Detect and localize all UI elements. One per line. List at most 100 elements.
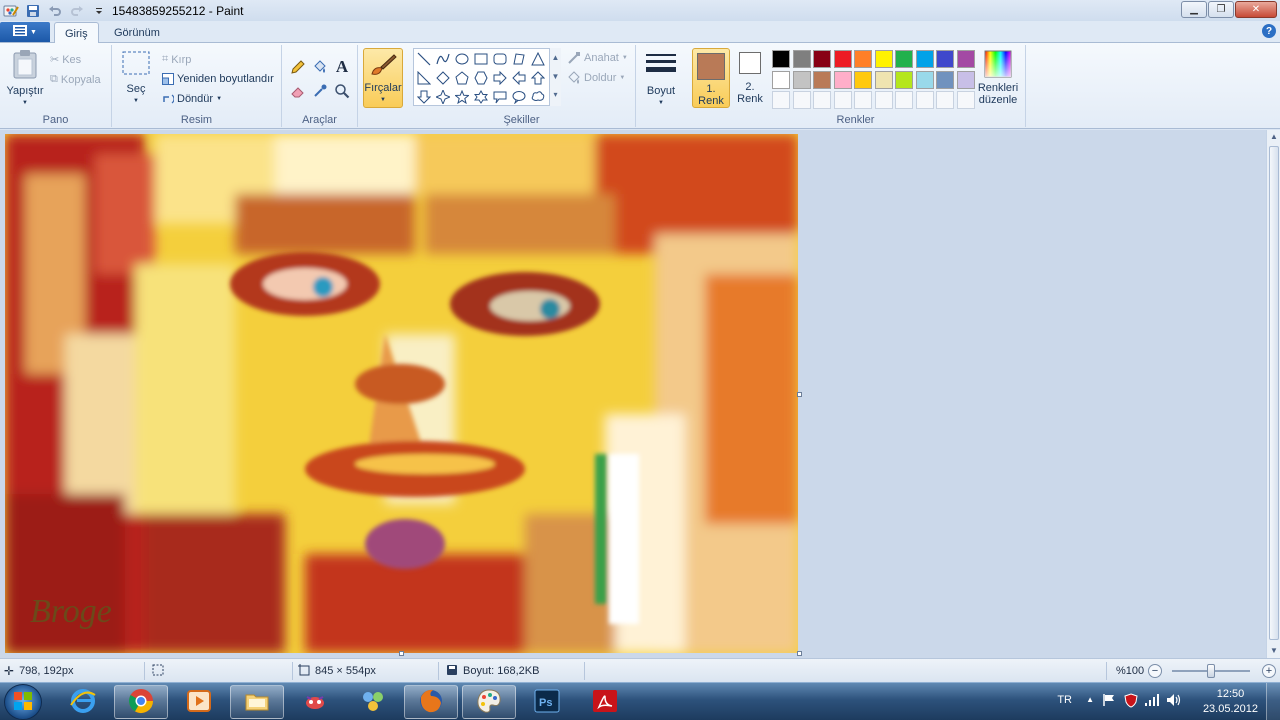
resize-handle-corner[interactable]: [797, 651, 802, 656]
taskbar-internet-explorer[interactable]: [56, 685, 110, 719]
custom-color-slot[interactable]: [772, 91, 790, 109]
volume-speaker-icon[interactable]: [1166, 693, 1182, 710]
tab-home[interactable]: Giriş: [54, 22, 99, 44]
outline-button[interactable]: Anahat ▼: [567, 51, 628, 65]
customize-qat-chevron-icon[interactable]: [90, 2, 108, 20]
diamond-shape-icon[interactable]: [434, 69, 452, 87]
zoom-in-button[interactable]: +: [1262, 664, 1276, 678]
color2-button[interactable]: 2. Renk: [734, 52, 766, 105]
color-picker-icon[interactable]: [310, 81, 330, 101]
taskbar-photoshop[interactable]: Ps: [520, 685, 574, 719]
palette-swatch[interactable]: [956, 50, 975, 68]
network-signal-icon[interactable]: [1144, 693, 1160, 710]
right-arrow-shape-icon[interactable]: [491, 69, 509, 87]
left-arrow-shape-icon[interactable]: [510, 69, 528, 87]
palette-swatch[interactable]: [895, 50, 913, 68]
fill-button[interactable]: Doldur ▼: [567, 71, 625, 85]
language-indicator[interactable]: TR: [1057, 694, 1072, 706]
fill-bucket-icon[interactable]: [310, 57, 330, 77]
taskbar-acrobat[interactable]: [578, 685, 632, 719]
palette-swatch[interactable]: [874, 70, 893, 89]
crop-button[interactable]: ⌗ Kırp: [162, 53, 191, 66]
palette-swatch[interactable]: [854, 50, 872, 68]
custom-color-slot[interactable]: [956, 91, 975, 109]
scroll-up-arrow-icon[interactable]: ▲: [1267, 130, 1280, 144]
four-point-star-shape-icon[interactable]: [434, 88, 452, 106]
undo-icon[interactable]: [46, 2, 64, 20]
custom-color-slot[interactable]: [854, 91, 872, 109]
polygon-shape-icon[interactable]: [510, 50, 528, 68]
palette-swatch[interactable]: [833, 70, 852, 89]
resize-button[interactable]: Yeniden boyutlandır: [162, 73, 274, 85]
brushes-button[interactable]: Fırçalar ▼: [363, 48, 403, 108]
scroll-down-arrow-icon[interactable]: ▼: [1267, 644, 1280, 658]
scroll-down-icon[interactable]: ▼: [550, 67, 561, 86]
clock[interactable]: 12:50 23.05.2012: [1203, 687, 1258, 717]
palette-swatch[interactable]: [772, 70, 790, 89]
oval-callout-shape-icon[interactable]: [510, 88, 528, 106]
taskbar-paint[interactable]: [462, 685, 516, 719]
oval-shape-icon[interactable]: [453, 50, 471, 68]
cut-button[interactable]: ✂ Kes: [50, 53, 81, 67]
taskbar-media-player[interactable]: [172, 685, 226, 719]
taskbar-firefox[interactable]: [404, 685, 458, 719]
canvas-area[interactable]: Broge: [0, 130, 1266, 658]
start-button[interactable]: [4, 684, 42, 720]
taskbar-app-5[interactable]: [288, 685, 342, 719]
five-point-star-shape-icon[interactable]: [453, 88, 471, 106]
paint-app-icon[interactable]: [2, 2, 20, 20]
rotate-button[interactable]: Döndür ▼: [162, 93, 222, 105]
palette-swatch[interactable]: [854, 70, 872, 89]
gallery-expand-icon[interactable]: ▾: [550, 86, 561, 104]
palette-swatch[interactable]: [813, 70, 831, 89]
hexagon-shape-icon[interactable]: [472, 69, 490, 87]
custom-color-slot[interactable]: [936, 91, 954, 109]
custom-color-slot[interactable]: [813, 91, 831, 109]
palette-swatch[interactable]: [915, 70, 934, 89]
right-triangle-shape-icon[interactable]: [415, 69, 433, 87]
security-shield-icon[interactable]: [1124, 693, 1138, 711]
scrollbar-thumb[interactable]: [1269, 146, 1279, 640]
curve-shape-icon[interactable]: [434, 50, 452, 68]
line-shape-icon[interactable]: [415, 50, 433, 68]
custom-color-slot[interactable]: [792, 91, 811, 109]
palette-swatch[interactable]: [936, 50, 954, 68]
rectangle-shape-icon[interactable]: [472, 50, 490, 68]
magnifier-icon[interactable]: [332, 81, 352, 101]
paint-menu-button[interactable]: ▼: [0, 22, 50, 42]
redo-icon[interactable]: [68, 2, 86, 20]
palette-swatch[interactable]: [833, 50, 852, 68]
show-hidden-icons-icon[interactable]: ▲: [1086, 695, 1094, 704]
save-icon[interactable]: [24, 2, 42, 20]
size-button[interactable]: Boyut ▼: [642, 51, 680, 109]
vertical-scrollbar[interactable]: ▲ ▼: [1266, 130, 1280, 658]
resize-handle-right[interactable]: [797, 392, 802, 397]
eraser-icon[interactable]: [288, 81, 308, 101]
custom-color-slot[interactable]: [895, 91, 913, 109]
resize-handle-bottom[interactable]: [399, 651, 404, 656]
canvas-image[interactable]: Broge: [5, 134, 798, 653]
scroll-up-icon[interactable]: ▲: [550, 48, 561, 67]
pencil-icon[interactable]: [288, 57, 308, 77]
cloud-callout-shape-icon[interactable]: [529, 88, 547, 106]
taskbar-explorer[interactable]: [230, 685, 284, 719]
edit-colors-button[interactable]: Renkleri düzenle: [976, 50, 1020, 106]
help-icon[interactable]: ?: [1262, 24, 1276, 38]
palette-swatch[interactable]: [792, 50, 811, 68]
rectangular-callout-shape-icon[interactable]: [491, 88, 509, 106]
palette-swatch[interactable]: [813, 50, 831, 68]
color1-button[interactable]: 1. Renk: [692, 48, 730, 108]
down-arrow-shape-icon[interactable]: [415, 88, 433, 106]
palette-swatch[interactable]: [936, 70, 954, 89]
shapes-gallery-scroll[interactable]: ▲ ▼ ▾: [549, 48, 561, 106]
restore-button[interactable]: ❐: [1208, 1, 1234, 18]
palette-swatch[interactable]: [874, 50, 893, 68]
zoom-out-button[interactable]: −: [1148, 664, 1162, 678]
action-center-flag-icon[interactable]: [1102, 693, 1116, 710]
rounded-rectangle-shape-icon[interactable]: [491, 50, 509, 68]
show-desktop-button[interactable]: [1266, 683, 1280, 720]
select-button[interactable]: Seç ▼: [120, 51, 152, 107]
copy-button[interactable]: ⧉ Kopyala: [50, 73, 101, 86]
tab-view[interactable]: Görünüm: [104, 22, 170, 43]
custom-color-slot[interactable]: [833, 91, 852, 109]
